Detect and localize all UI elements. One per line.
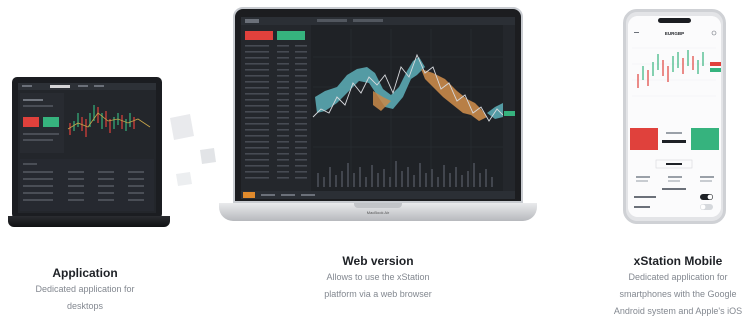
application-description-line: Dedicated application for — [35, 284, 135, 294]
desktop-app-laptop-image — [8, 77, 170, 227]
mobile-app-phone-image: EURGBP — [623, 9, 726, 224]
mobile-symbol-label: EURGBP — [665, 31, 684, 36]
xstation-mobile-caption: xStation Mobile Dedicated application fo… — [588, 253, 754, 320]
web-version-screen — [241, 17, 515, 199]
web-version-laptop-image: MacBook Air — [219, 7, 537, 222]
xstation-mobile-title: xStation Mobile — [633, 254, 723, 268]
web-version-description-line: platform via a web browser — [324, 289, 432, 299]
application-title: Application — [52, 266, 118, 280]
xstation-mobile-description-line: Dedicated application for — [628, 272, 728, 282]
web-version-description-line: Allows to use the xStation — [326, 272, 430, 282]
xstation-mobile-description-line: smartphones with the Google — [619, 289, 737, 299]
web-version-caption: Web version Allows to use the xStation p… — [278, 253, 478, 303]
decorative-tiles — [170, 114, 216, 186]
application-description-line: desktops — [66, 301, 104, 311]
laptop-brand-label: MacBook Air — [366, 210, 390, 215]
web-version-title: Web version — [342, 254, 414, 268]
mobile-app-screen: EURGBP — [628, 16, 721, 217]
desktop-app-screen — [18, 83, 156, 213]
application-caption: Application Dedicated application for de… — [15, 265, 155, 315]
xstation-mobile-description-line: Android system and Apple's iOS — [613, 306, 743, 316]
